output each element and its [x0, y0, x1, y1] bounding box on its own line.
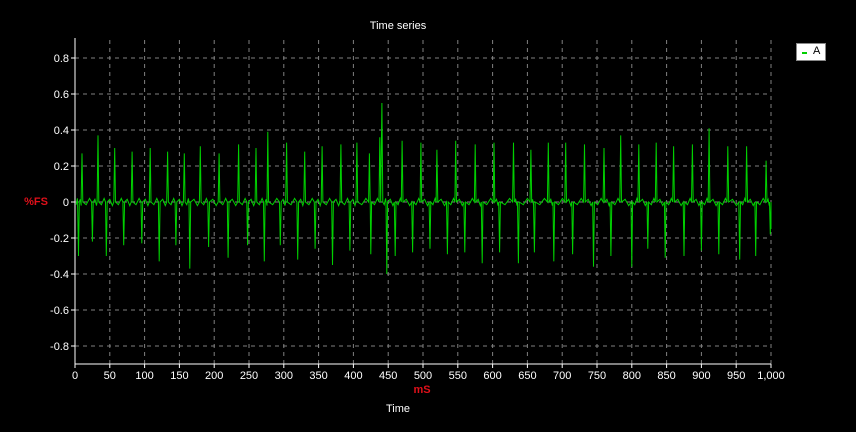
x-tick-label: 750 [588, 370, 606, 382]
x-tick-labels: 0 50 100 150 200 250 300 350 400 450 500 550 600 650 7… [72, 370, 785, 382]
y-tick-label: -0.6 [50, 305, 69, 317]
x-tick-label: 100 [135, 370, 153, 382]
legend-swatch-a [802, 52, 807, 54]
x-tick-label: 250 [240, 370, 258, 382]
x-tick-label: 200 [205, 370, 223, 382]
x-tick-label: 50 [104, 370, 116, 382]
legend-label-a: A [813, 45, 821, 57]
x-tick-label: 900 [692, 370, 710, 382]
x-tick-label: 500 [414, 370, 432, 382]
x-tick-label: 0 [72, 370, 78, 382]
x-axis-label: Time [386, 403, 410, 415]
legend[interactable]: A [796, 43, 826, 61]
y-tick-labels: 0.8 0.6 0.4 0.2 0 -0.2 -0.4 -0.6 -0.8 [50, 53, 69, 353]
y-tick-label: -0.4 [50, 269, 69, 281]
x-tick-label: 150 [170, 370, 188, 382]
x-tick-label: 800 [623, 370, 641, 382]
y-tick-label: 0.8 [54, 53, 69, 65]
x-tick-label: 950 [727, 370, 745, 382]
x-tick-label: 1,000 [757, 370, 785, 382]
x-tick-label: 700 [553, 370, 571, 382]
x-tick-label: 550 [449, 370, 467, 382]
y-unit-label: %FS [24, 196, 48, 208]
x-tick-label: 850 [657, 370, 675, 382]
x-tick-label: 600 [483, 370, 501, 382]
y-tick-label: 0.6 [54, 89, 69, 101]
y-tick-label: -0.2 [50, 233, 69, 245]
y-tick-label: 0.4 [54, 125, 69, 137]
x-tick-label: 650 [518, 370, 536, 382]
x-tick-label: 350 [309, 370, 327, 382]
x-unit-label: mS [413, 384, 430, 396]
x-tick-label: 450 [379, 370, 397, 382]
x-tick-label: 300 [275, 370, 293, 382]
y-tick-label: 0 [63, 197, 69, 209]
chart: Time series 0.8 0.6 0.4 0.2 0 -0.2 -0.4 -0.6 -0.… [24, 20, 785, 415]
chart-title: Time series [370, 20, 427, 32]
y-tick-label: 0.2 [54, 161, 69, 173]
y-tick-label: -0.8 [50, 341, 69, 353]
x-tick-label: 400 [344, 370, 362, 382]
